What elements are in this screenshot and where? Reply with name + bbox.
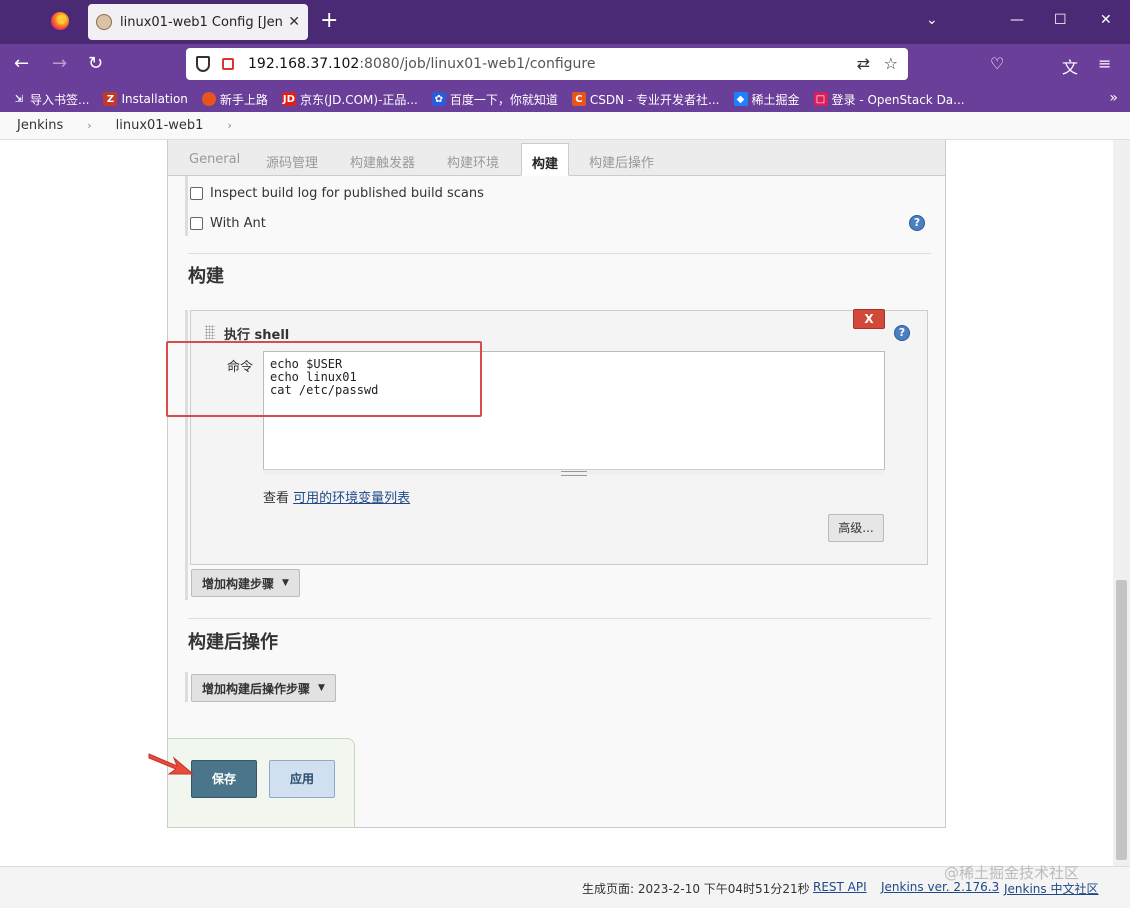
scrollbar-thumb[interactable]	[1116, 580, 1127, 860]
command-label: 命令	[227, 360, 254, 375]
breadcrumb-chevron-icon[interactable]: ›	[227, 119, 231, 132]
minimize-icon[interactable]: —	[1010, 12, 1024, 28]
tab-list-chevron-icon[interactable]: ⌄	[926, 12, 938, 28]
option-with-ant[interactable]: With Ant	[190, 216, 266, 231]
bookmark-item[interactable]: ◆ 稀土掘金	[733, 91, 800, 108]
tab-general[interactable]: General	[189, 152, 240, 167]
tab-post-build[interactable]: 构建后操作	[589, 152, 654, 171]
command-textarea[interactable]: echo $USER echo linux01 cat /etc/passwd	[263, 351, 885, 475]
url-text[interactable]: 192.168.37.102:8080/job/linux01-web1/con…	[248, 56, 596, 72]
insecure-lock-icon[interactable]	[222, 58, 234, 70]
textarea-resize-handle[interactable]	[263, 469, 885, 476]
new-tab-icon[interactable]: +	[320, 9, 338, 33]
advanced-button[interactable]: 高级...	[828, 514, 884, 542]
breadcrumb-chevron-icon[interactable]: ›	[87, 119, 91, 132]
help-icon[interactable]: ?	[909, 215, 925, 231]
jd-icon: JD	[281, 92, 296, 106]
bookmark-item[interactable]: Z Installation	[103, 92, 188, 106]
watermark: @稀土掘金技术社区	[944, 864, 1080, 882]
bookmark-star-icon[interactable]: ☆	[884, 54, 898, 73]
add-build-step-button[interactable]: 增加构建步骤 ▼	[191, 569, 300, 597]
env-vars-hint: 查看 可用的环境变量列表	[263, 491, 411, 506]
inspect-build-log-checkbox[interactable]	[190, 187, 203, 200]
tab-scm[interactable]: 源码管理	[266, 152, 318, 171]
option-inspect-build-log[interactable]: Inspect build log for published build sc…	[190, 186, 484, 201]
bookmarks-overflow-icon[interactable]: »	[1109, 90, 1118, 106]
step-title: 执行 shell	[224, 328, 290, 343]
delete-step-button[interactable]: X	[853, 309, 885, 329]
add-build-step-label: 增加构建步骤	[202, 576, 275, 591]
browser-tab-active[interactable]: linux01-web1 Config [Jenkins] ✕	[88, 4, 308, 40]
extension-translate-icon[interactable]: 文	[1062, 54, 1078, 78]
section-indent-bar	[185, 176, 188, 236]
maximize-icon[interactable]: ☐	[1054, 12, 1067, 28]
tab-build-env[interactable]: 构建环境	[447, 152, 499, 171]
zabbix-icon: Z	[103, 92, 118, 106]
with-ant-checkbox[interactable]	[190, 217, 203, 230]
tab-triggers[interactable]: 构建触发器	[350, 152, 415, 171]
translate-icon[interactable]: ⇄	[857, 54, 870, 73]
firefox-icon	[201, 92, 216, 106]
bookmark-item[interactable]: □ 登录 - OpenStack Da...	[813, 91, 965, 108]
bookmark-item[interactable]: ⇲ 导入书签...	[12, 91, 90, 108]
bookmark-item[interactable]: JD 京东(JD.COM)-正品...	[281, 91, 418, 108]
tab-title: linux01-web1 Config [Jenkins]	[120, 14, 283, 30]
inspect-build-log-label: Inspect build log for published build sc…	[210, 186, 484, 201]
pocket-icon[interactable]: ♡	[990, 54, 1004, 73]
generated-timestamp: 生成页面: 2023-2-10 下午04时51分21秒	[582, 882, 810, 896]
bookmark-item[interactable]: ✿ 百度一下，你就知道	[431, 91, 558, 108]
job-config-panel: General 源码管理 构建触发器 构建环境 构建 构建后操作 Inspect…	[167, 140, 946, 828]
csdn-icon: C	[571, 92, 586, 106]
section-divider	[188, 618, 931, 619]
env-vars-link[interactable]: 可用的环境变量列表	[293, 491, 410, 506]
caret-down-icon: ▼	[282, 578, 289, 588]
tab-close-icon[interactable]: ✕	[288, 14, 300, 30]
breadcrumb: Jenkins › linux01-web1 ›	[0, 112, 1130, 140]
menu-icon[interactable]: ≡	[1098, 54, 1111, 73]
bookmark-item[interactable]: C CSDN - 专业开发者社...	[571, 91, 720, 108]
with-ant-label: With Ant	[210, 216, 266, 231]
bookmarks-bar: ⇲ 导入书签... Z Installation 新手上路 JD 京东(JD.COM)…	[0, 86, 1130, 112]
import-icon: ⇲	[14, 93, 24, 105]
config-tabs: General 源码管理 构建触发器 构建环境 构建 构建后操作	[168, 140, 945, 176]
red-arrow-annotation-icon	[148, 753, 195, 775]
section-indent-bar	[185, 310, 188, 600]
help-icon[interactable]: ?	[894, 325, 910, 341]
tab-build[interactable]: 构建	[521, 143, 570, 176]
post-build-section-title: 构建后操作	[188, 632, 278, 653]
close-window-icon[interactable]: ✕	[1100, 12, 1112, 28]
baidu-icon: ✿	[431, 92, 446, 106]
openstack-icon: □	[813, 92, 828, 106]
url-bar[interactable]: 192.168.37.102:8080/job/linux01-web1/con…	[186, 48, 908, 80]
jenkins-favicon-icon	[96, 14, 112, 30]
section-divider	[188, 253, 931, 254]
forward-icon[interactable]: →	[52, 54, 67, 74]
apply-button[interactable]: 应用	[269, 760, 335, 798]
reload-icon[interactable]: ↻	[88, 54, 103, 74]
page-scrollbar[interactable]	[1113, 140, 1130, 866]
rest-api-link[interactable]: REST API	[813, 880, 867, 894]
breadcrumb-jenkins[interactable]: Jenkins	[17, 118, 63, 133]
caret-down-icon: ▼	[318, 683, 325, 693]
bookmark-item[interactable]: 新手上路	[201, 91, 268, 108]
build-step-execute-shell: 执行 shell X ? 命令 echo $USER echo linux01 …	[190, 309, 928, 565]
build-section-title: 构建	[188, 266, 224, 287]
save-button[interactable]: 保存	[191, 760, 257, 798]
add-post-build-step-label: 增加构建后操作步骤	[202, 681, 311, 696]
tracking-shield-icon[interactable]	[196, 56, 210, 72]
add-post-build-step-button[interactable]: 增加构建后操作步骤 ▼	[191, 674, 336, 702]
firefox-logo-icon[interactable]	[51, 12, 69, 30]
back-icon[interactable]: ←	[14, 54, 29, 74]
browser-titlebar: linux01-web1 Config [Jenkins] ✕ + ⌄ — ☐ …	[0, 0, 1130, 44]
drag-handle-icon[interactable]	[205, 325, 215, 339]
section-indent-bar	[185, 672, 188, 702]
juejin-icon: ◆	[733, 92, 748, 106]
breadcrumb-job[interactable]: linux01-web1	[116, 118, 204, 133]
